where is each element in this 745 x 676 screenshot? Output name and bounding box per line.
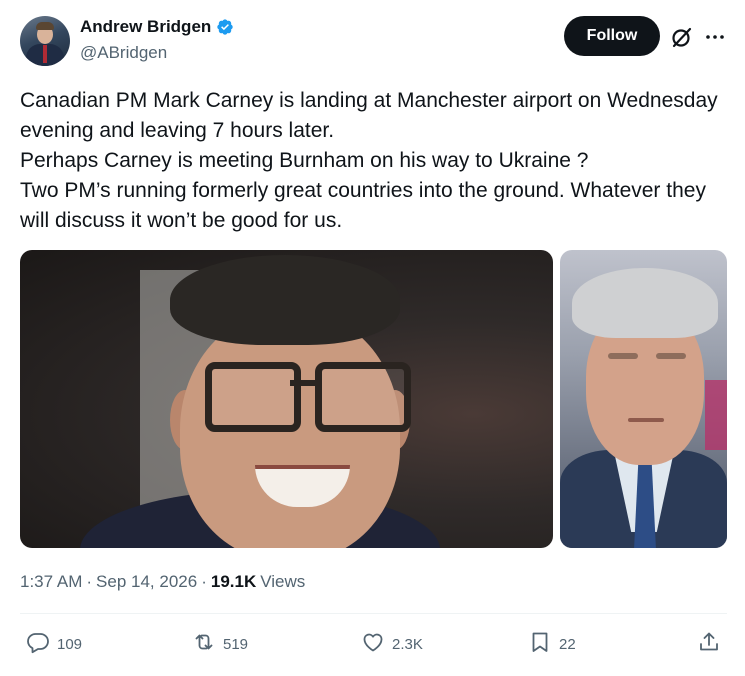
repost-count: 519 — [223, 635, 249, 653]
repost-icon — [192, 630, 216, 658]
tweet-photo-burnham[interactable] — [20, 250, 553, 548]
reply-button[interactable]: 109 — [26, 630, 82, 658]
author-name[interactable]: Andrew Bridgen — [80, 17, 211, 37]
views-count: 19.1K — [210, 572, 257, 591]
reply-count: 109 — [57, 635, 83, 653]
tweet-line: Perhaps Carney is meeting Burnham on his… — [20, 149, 589, 172]
more-options-icon[interactable] — [703, 25, 727, 49]
meta-separator: · — [86, 572, 93, 591]
reply-icon — [26, 630, 50, 658]
verified-badge-icon — [216, 18, 234, 36]
divider — [20, 613, 727, 614]
tweet-time[interactable]: 1:37 AM — [20, 572, 82, 592]
tweet-line: Canadian PM Mark Carney is landing at Ma… — [20, 89, 718, 142]
repost-button[interactable]: 519 — [192, 630, 248, 658]
share-icon — [697, 630, 721, 658]
like-count: 2.3K — [392, 635, 423, 653]
heart-icon — [361, 630, 385, 658]
tweet-meta: 1:37 AM · Sep 14, 2026 · 19.1K Views — [20, 572, 305, 592]
bookmark-count: 22 — [559, 635, 576, 653]
share-button[interactable] — [697, 630, 721, 658]
follow-button[interactable]: Follow — [564, 16, 660, 56]
views-label: Views — [260, 572, 306, 591]
author-handle[interactable]: @ABridgen — [80, 43, 167, 63]
bookmark-button[interactable]: 22 — [528, 630, 576, 658]
tweet-line: Two PM’s running formerly great countrie… — [20, 179, 706, 232]
avatar[interactable] — [20, 16, 70, 66]
tweet-photo-carney[interactable] — [560, 250, 727, 548]
tweet-date[interactable]: Sep 14, 2026 — [96, 572, 197, 592]
author-name-row[interactable]: Andrew Bridgen — [80, 17, 234, 37]
bookmark-icon — [528, 630, 552, 658]
like-button[interactable]: 2.3K — [361, 630, 423, 658]
tweet-text: Canadian PM Mark Carney is landing at Ma… — [20, 86, 720, 236]
grok-icon[interactable] — [669, 24, 695, 50]
meta-separator: · — [201, 572, 207, 591]
